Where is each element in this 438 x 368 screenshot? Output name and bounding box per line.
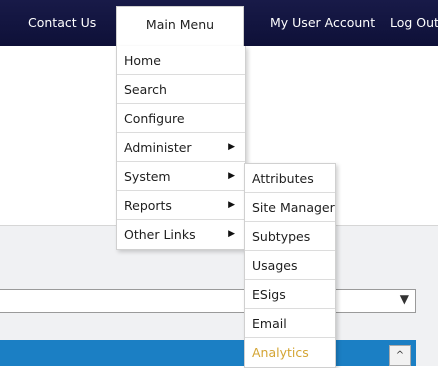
submenu-item-esigs[interactable]: ESigs	[245, 280, 335, 309]
menu-item-search[interactable]: Search	[117, 75, 245, 104]
nav-my-user-account[interactable]: My User Account	[270, 0, 375, 46]
submenu-arrow-icon: ▶	[228, 142, 235, 152]
dropdown-arrow-icon[interactable]: ▼	[400, 292, 409, 306]
dropdown-select[interactable]: ▼	[0, 289, 416, 313]
menu-item-configure[interactable]: Configure	[117, 104, 245, 133]
menu-item-label: Other Links	[124, 227, 196, 242]
blue-header-bar	[0, 340, 416, 366]
menu-item-label: Administer	[124, 140, 192, 155]
menu-item-label: Search	[124, 82, 167, 97]
menu-item-label: Reports	[124, 198, 172, 213]
menu-item-label: Configure	[124, 111, 185, 126]
menu-item-label: System	[124, 169, 171, 184]
submenu-item-subtypes[interactable]: Subtypes	[245, 222, 335, 251]
menu-item-home[interactable]: Home	[117, 46, 245, 75]
submenu-item-attributes[interactable]: Attributes	[245, 164, 335, 193]
menu-item-label: Home	[124, 53, 161, 68]
scroll-up-icon[interactable]: ^	[389, 345, 411, 366]
submenu-item-email[interactable]: Email	[245, 309, 335, 338]
submenu-arrow-icon: ▶	[228, 171, 235, 181]
nav-log-out[interactable]: Log Out	[390, 0, 438, 46]
submenu-item-site-manager[interactable]: Site Manager	[245, 193, 335, 222]
submenu-item-usages[interactable]: Usages	[245, 251, 335, 280]
menu-item-administer[interactable]: Administer ▶	[117, 133, 245, 162]
menu-item-other-links[interactable]: Other Links ▶	[117, 220, 245, 249]
system-submenu: Attributes Site Manager Subtypes Usages …	[244, 163, 336, 368]
menu-item-system[interactable]: System ▶	[117, 162, 245, 191]
nav-main-menu[interactable]: Main Menu	[116, 6, 244, 46]
nav-contact-us[interactable]: Contact Us	[28, 0, 96, 46]
submenu-arrow-icon: ▶	[228, 200, 235, 210]
submenu-arrow-icon: ▶	[228, 229, 235, 239]
main-menu-dropdown: Home Search Configure Administer ▶ System…	[116, 46, 246, 250]
submenu-item-analytics[interactable]: Analytics	[245, 338, 335, 367]
menu-item-reports[interactable]: Reports ▶	[117, 191, 245, 220]
